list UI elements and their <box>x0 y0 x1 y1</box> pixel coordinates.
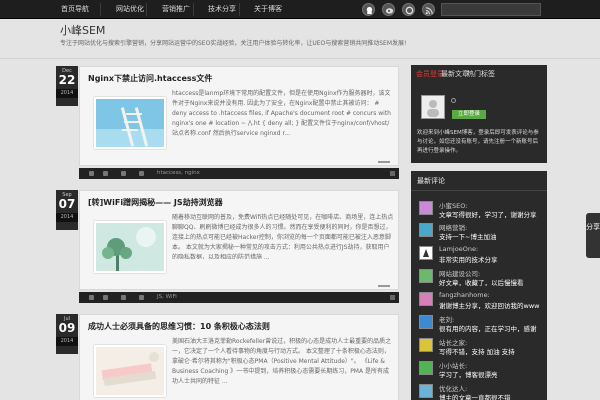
post-title[interactable]: [转]WiFi蹭网揭秘—— JS劫持浏览器 <box>88 197 223 208</box>
header-divider <box>0 58 600 59</box>
post-date: Dec 22 2014 <box>56 66 78 106</box>
comment-icon[interactable] <box>121 295 126 300</box>
search-input[interactable] <box>441 3 541 16</box>
avatar[interactable] <box>419 315 433 329</box>
recent-comments-widget: 最新评论 小蜜SEO: 文章写得很好，学习了，谢谢分享 网络营销: 支持一下~博… <box>411 171 547 400</box>
avatar[interactable] <box>419 246 433 260</box>
avatar[interactable] <box>419 292 433 306</box>
login-button[interactable]: 立即登录 <box>452 110 486 119</box>
login-widget: 会员登录 最新文章 热门标签 立即登录 欢迎来到小峰SEM博客，登录后即可发表评… <box>411 65 547 163</box>
comment-text[interactable]: 博主的文章一直都很不错 <box>439 392 511 400</box>
comment-text[interactable]: 好文章，收藏了，以后慢慢看 <box>439 277 524 287</box>
qq-icon[interactable] <box>362 3 375 16</box>
avatar[interactable] <box>419 269 433 283</box>
widget-divider <box>411 190 547 191</box>
weibo-icon[interactable] <box>382 3 395 16</box>
read-more-link[interactable] <box>378 161 390 163</box>
tab-login[interactable]: 会员登录 <box>416 69 444 79</box>
share-button[interactable]: 分享 <box>586 213 600 258</box>
post-title[interactable]: Nginx下禁止访问.htaccess文件 <box>88 73 212 84</box>
nav-divider <box>100 3 101 16</box>
widget-title: 最新评论 <box>417 177 445 185</box>
refresh-icon[interactable] <box>451 98 456 103</box>
site-description: 专注于网站优化与搜索引擎营销，分享网站运营中的SEO实战经验，关注用户体验与转化… <box>60 40 407 47</box>
post-card: 成功人士必须具备的思维习惯：10 条积极心态法则 美国石油大王洛克菲勒Rocke… <box>79 314 399 400</box>
post-card: [转]WiFi蹭网揭秘—— JS劫持浏览器 随着移动互联网的普及，免费Wifi热… <box>79 190 399 290</box>
comment-text[interactable]: 学习了，博客很漂亮 <box>439 369 498 379</box>
post-thumbnail[interactable] <box>94 345 166 397</box>
login-notice: 欢迎来到小峰SEM博客，登录后即可发表评论与参与讨论，如您还没有账号，请先注册一… <box>417 130 539 154</box>
post-date-day: 09 <box>58 321 76 335</box>
post-thumbnail[interactable] <box>94 97 166 149</box>
tab-latest[interactable]: 最新文章 <box>441 69 469 79</box>
avatar[interactable] <box>419 338 433 352</box>
comment-text[interactable]: 写得不错，支持 加油 支持 <box>439 346 515 356</box>
avatar <box>421 95 445 119</box>
comment-author[interactable]: fangzhanhome: <box>439 291 490 299</box>
post-date-day: 22 <box>58 73 76 87</box>
read-more-link[interactable] <box>378 285 390 287</box>
tag-icon <box>139 295 144 300</box>
category-icon[interactable] <box>103 171 108 176</box>
nav-divider <box>193 3 194 16</box>
nav-item-tech[interactable]: 技术分享 <box>202 0 242 19</box>
author-icon[interactable] <box>89 171 94 176</box>
comment-text[interactable]: 文章写得很好，学习了，谢谢分享 <box>439 209 537 219</box>
post-meta-bar: htaccess, nginx <box>79 168 399 179</box>
post-excerpt: htaccess是lanmp环境下常用的配置文件，但是在使用Nginx作为服务器… <box>172 90 391 137</box>
nav-item-home[interactable]: 首页导航 <box>55 0 95 19</box>
post-meta-bar: JS, WiFi <box>79 292 399 303</box>
avatar[interactable] <box>419 223 433 237</box>
rss-icon[interactable] <box>422 3 435 16</box>
post-excerpt: 随着移动互联网的普及，免费Wifi热点已经随处可见，在咖啡店、商场里，连上热点聊… <box>172 214 394 259</box>
corner-icon <box>390 295 395 300</box>
tencent-weibo-icon[interactable] <box>402 3 415 16</box>
comment-text[interactable]: 非常实用的技术分享 <box>439 254 498 264</box>
avatar[interactable] <box>419 361 433 375</box>
post-excerpt: 美国石油大王洛克菲勒Rockefeller曾说过，积极的心态是成功人士最重要的品… <box>172 338 392 385</box>
nav-item-marketing[interactable]: 营销推广 <box>156 0 196 19</box>
comment-text[interactable]: 支持一下~博主加油 <box>439 231 496 241</box>
comment-text[interactable]: 很有用的内容，正在学习中，感谢 <box>439 323 537 333</box>
post-thumbnail[interactable] <box>94 221 166 273</box>
post-date-year: 2014 <box>56 337 78 346</box>
tab-tags[interactable]: 热门标签 <box>467 69 495 79</box>
avatar[interactable] <box>419 384 433 398</box>
avatar[interactable] <box>419 201 433 215</box>
post-card: Nginx下禁止访问.htaccess文件 htaccess是lanmp环境下常… <box>79 66 399 166</box>
post-tags[interactable]: JS, WiFi <box>157 292 177 303</box>
tag-icon <box>139 171 144 176</box>
post-date-day: 07 <box>58 197 76 211</box>
nav-divider <box>146 3 147 16</box>
nav-item-seo[interactable]: 网站优化 <box>110 0 150 19</box>
post-title[interactable]: 成功人士必须具备的思维习惯：10 条积极心态法则 <box>88 321 270 332</box>
comment-text[interactable]: 谢谢博主分享，欢迎回访我的www <box>439 300 539 310</box>
top-navbar: 首页导航 网站优化 营销推广 技术分享 关于博客 <box>0 0 600 19</box>
post-date: Jul 09 2014 <box>56 314 78 354</box>
post-date-year: 2014 <box>56 89 78 98</box>
nav-divider <box>239 3 240 16</box>
corner-icon <box>390 171 395 176</box>
post-date: Sep 07 2014 <box>56 190 78 230</box>
author-icon[interactable] <box>89 295 94 300</box>
nav-item-about[interactable]: 关于博客 <box>248 0 288 19</box>
comment-author[interactable]: LamjoeOne: <box>439 245 478 253</box>
comment-icon[interactable] <box>121 171 126 176</box>
post-date-year: 2014 <box>56 213 78 222</box>
category-icon[interactable] <box>103 295 108 300</box>
post-tags[interactable]: htaccess, nginx <box>157 168 200 179</box>
site-title[interactable]: 小峰SEM <box>60 22 105 38</box>
